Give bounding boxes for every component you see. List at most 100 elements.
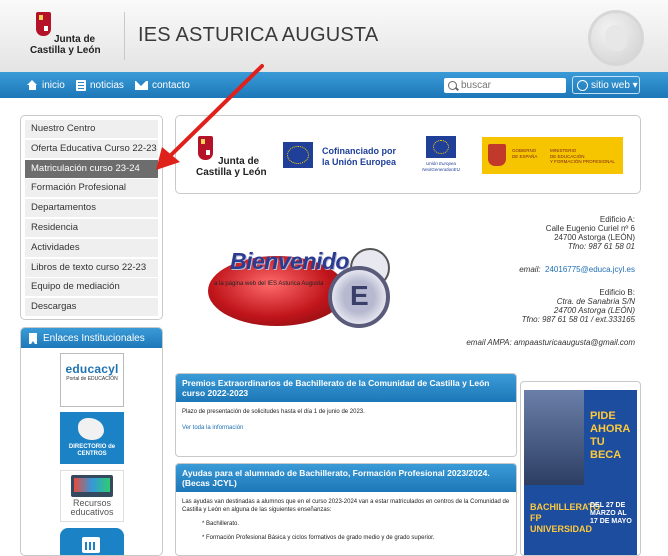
nextgen-logo: Unión Europea NextGenerationEU xyxy=(417,136,465,182)
navbar: inicio noticias contacto xyxy=(0,72,668,98)
bienvenido-text: Bienvenido xyxy=(230,248,349,274)
nav-noticias[interactable]: noticias xyxy=(76,78,124,92)
home-icon xyxy=(27,80,38,90)
recursos-label: Recursos educativos xyxy=(70,498,114,517)
sidebar-item[interactable]: Descargas xyxy=(25,298,158,317)
nav-inicio-label: inicio xyxy=(42,79,65,91)
page: Junta de Castilla y León IES ASTURICA AU… xyxy=(0,0,668,556)
beca-ad-image: PIDE AHORA TU BECA BACHILLERATO FP UNIVE… xyxy=(524,390,637,555)
ad-levels: BACHILLERATO FP UNIVERSIDAD xyxy=(530,502,601,534)
contact-info: Edificio A: Calle Eugenio Curiel nº 6 24… xyxy=(425,215,635,347)
educacyl-link[interactable]: educacyl Portal de EDUCACIÓN xyxy=(60,353,124,407)
calendar-link[interactable] xyxy=(60,528,124,555)
enlaces-title: Enlaces Institucionales xyxy=(43,332,145,344)
eu-flag-small-icon xyxy=(426,136,456,158)
logo-line2: Castilla y León xyxy=(30,45,101,56)
header-divider xyxy=(124,12,125,60)
sponsors-banner: Junta de Castilla y León Cofinanciado po… xyxy=(175,115,641,194)
ministerio-logo: GOBIERNO DE ESPAÑA MINISTERIO DE EDUCACI… xyxy=(482,137,623,174)
bienvenido-graphic: Bienvenido a la página web del IES Astur… xyxy=(200,228,395,331)
nav-inicio[interactable]: inicio xyxy=(27,78,65,92)
gobierno-text: GOBIERNO DE ESPAÑA xyxy=(512,148,537,159)
news-item: Premios Extraordinarios de Bachillerato … xyxy=(175,373,517,457)
ministerio-text: MINISTERIO DE EDUCACIÓN Y FORMACIÓN PROF… xyxy=(550,148,615,165)
directorio-label: DIRECTORIO de CENTROS xyxy=(68,444,116,457)
email-label: email: xyxy=(519,265,541,274)
cofinanciado-line2: la Unión Europea xyxy=(322,157,397,167)
recursos-educativos-link[interactable]: Recursos educativos xyxy=(60,470,124,522)
news-text: Las ayudas van destinadas a alumnos que … xyxy=(182,499,510,513)
edificio-b-addr1: Ctra. de Sanabria S/N xyxy=(556,297,635,306)
ampa-email[interactable]: email AMPA: ampaasturicaaugusta@gmail.co… xyxy=(425,338,635,347)
news-text: Plazo de presentación de solicitudes has… xyxy=(182,409,365,415)
educacyl-logo: educacyl xyxy=(65,362,119,376)
directorio-centros-link[interactable]: DIRECTORIO de CENTROS xyxy=(60,412,124,464)
jcyl-shield-icon xyxy=(198,136,213,160)
nav-contacto-label: contacto xyxy=(152,79,190,91)
search-icon[interactable] xyxy=(448,81,457,90)
gobierno-line2: DE ESPAÑA xyxy=(512,153,538,159)
sidebar-item[interactable]: Libros de texto curso 22-23 xyxy=(25,258,158,277)
search-box[interactable] xyxy=(444,78,566,93)
edificio-b-phone: Tfno: 987 61 58 01 / ext.333165 xyxy=(521,315,635,324)
welcome-section: Bienvenido a la página web del IES Astur… xyxy=(175,205,641,365)
newspaper-icon xyxy=(76,79,86,91)
ad-dates: DEL 27 DE MARZO AL 17 DE MAYO xyxy=(590,502,632,525)
sidebar-item[interactable]: Oferta Educativa Curso 22-23 xyxy=(25,139,158,158)
ad-headline: PIDE AHORA TU BECA xyxy=(590,410,630,461)
spain-shield-icon xyxy=(488,144,506,166)
globe-small-icon xyxy=(577,79,588,91)
jcyl-logo[interactable]: Junta de Castilla y León xyxy=(30,12,110,62)
beca-ad-banner[interactable]: PIDE AHORA TU BECA BACHILLERATO FP UNIVE… xyxy=(520,381,641,556)
news-bullet: * Formación Profesional Básica y ciclos … xyxy=(202,535,435,541)
nav-contacto[interactable]: contacto xyxy=(135,78,190,92)
header: Junta de Castilla y León IES ASTURICA AU… xyxy=(0,0,668,72)
edificio-a-phone: Tfno: 987 61 58 01 xyxy=(567,242,635,251)
sidebar-item[interactable]: Equipo de mediación xyxy=(25,278,158,297)
sponsor-jcyl-line1: Junta de xyxy=(218,156,260,167)
news-title[interactable]: Ayudas para el alumnado de Bachillerato,… xyxy=(176,464,516,492)
sidebar-item[interactable]: Residencia xyxy=(25,218,158,237)
edificio-a-addr1: Calle Eugenio Curiel nº 6 xyxy=(545,224,635,233)
school-seal xyxy=(328,266,390,328)
bookmark-icon xyxy=(29,332,37,344)
news-title[interactable]: Premios Extraordinarios de Bachillerato … xyxy=(176,374,516,402)
news-body: Las ayudas van destinadas a alumnos que … xyxy=(176,492,516,548)
news-item: Ayudas para el alumnado de Bachillerato,… xyxy=(175,463,517,556)
edificio-a-title: Edificio A: xyxy=(599,215,635,224)
sponsor-jcyl-line2: Castilla y León xyxy=(196,167,267,178)
news-more-link[interactable]: Ver toda la información xyxy=(182,424,510,432)
cofinanciado-text: Cofinanciado por la Unión Europea xyxy=(322,146,396,168)
devices-icon xyxy=(71,475,113,497)
eu-flag-icon xyxy=(283,142,313,168)
bienvenido-subtitle: a la página web del IES Asturica Augusta xyxy=(214,281,324,287)
map-icon xyxy=(78,418,104,440)
mail-icon xyxy=(135,80,148,90)
globe-icon xyxy=(588,10,644,66)
sidebar-item[interactable]: Nuestro Centro xyxy=(25,120,158,138)
nextgen-line2: NextGenerationEU xyxy=(422,166,460,172)
email-link[interactable]: 24016775@educa.jcyl.es xyxy=(545,265,635,274)
sidebar-item[interactable]: Actividades xyxy=(25,238,158,257)
sitio-web-button[interactable]: sitio web ▾ xyxy=(572,76,640,94)
edificio-b-addr2: 24700 Astorga (LEÓN) xyxy=(553,306,635,315)
email-line: email: 24016775@educa.jcyl.es xyxy=(425,265,635,274)
news-bullet: * Bachillerato. xyxy=(202,521,240,527)
enlaces-institucionales: Enlaces Institucionales educacyl Portal … xyxy=(20,327,163,556)
site-title[interactable]: IES ASTURICA AUGUSTA xyxy=(138,24,378,47)
ministerio-line3: Y FORMACIÓN PROFESIONAL xyxy=(550,159,615,164)
edificio-b-title: Edificio B: xyxy=(599,288,635,297)
sidebar-item[interactable]: Matriculación curso 23-24 xyxy=(25,159,158,178)
sidebar-menu: Nuestro Centro Oferta Educativa Curso 22-… xyxy=(20,115,163,320)
eu-stars xyxy=(287,146,309,164)
cofinanciado-line1: Cofinanciado por xyxy=(322,146,396,156)
search-input[interactable] xyxy=(461,80,561,91)
edificio-a-addr2: 24700 Astorga (LEÓN) xyxy=(554,233,635,242)
sidebar-item[interactable]: Departamentos xyxy=(25,199,158,218)
sidebar-item[interactable]: Formación Profesional xyxy=(25,179,158,198)
enlaces-header: Enlaces Institucionales xyxy=(21,328,162,348)
books-photo xyxy=(524,390,584,485)
calendar-icon xyxy=(82,537,100,553)
educacyl-subtitle: Portal de EDUCACIÓN xyxy=(66,376,118,382)
nav-noticias-label: noticias xyxy=(90,79,124,91)
